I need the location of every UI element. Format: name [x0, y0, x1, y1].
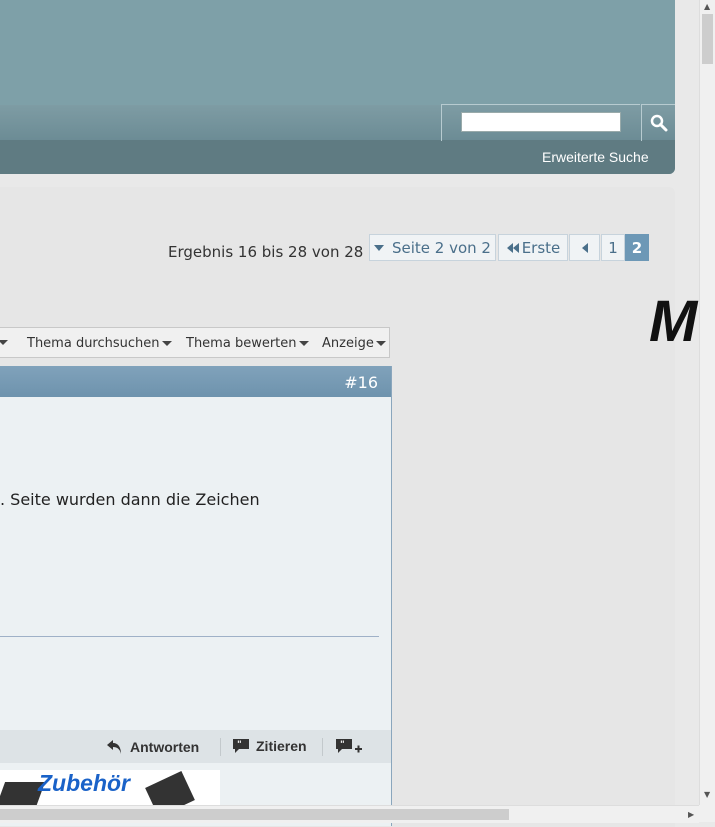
svg-text:": " [237, 740, 242, 750]
banner-text: Zubehör [38, 770, 130, 796]
quote-label: Zitieren [256, 738, 307, 754]
search-thread-menu[interactable]: Thema durchsuchen [27, 336, 172, 351]
search-thread-label: Thema durchsuchen [27, 336, 160, 351]
divider [220, 738, 221, 756]
caret-down-icon [161, 341, 172, 346]
accessory-banner[interactable]: Zubehör [0, 770, 220, 810]
scroll-up-icon[interactable]: ▲ [704, 2, 710, 11]
caret-down-icon [375, 341, 386, 346]
scrollbar-corner [699, 805, 715, 822]
site-header: Erweiterte Suche [0, 0, 675, 174]
multi-quote-plus-icon: " [336, 739, 362, 753]
post-header: #16 [0, 366, 391, 397]
search-input[interactable] [461, 112, 621, 132]
reply-label: Antworten [130, 739, 200, 755]
caret-down-icon [374, 244, 384, 251]
ad-logo-letter: M [649, 292, 698, 352]
advanced-search-link[interactable]: Erweiterte Suche [542, 149, 649, 165]
horizontal-scrollbar[interactable]: ▶ [0, 805, 699, 823]
prev-page-button[interactable] [569, 234, 600, 261]
horizontal-scroll-thumb[interactable] [0, 809, 509, 820]
first-page-button[interactable]: Erste [498, 234, 568, 261]
display-mode-menu[interactable]: Anzeige [322, 336, 386, 351]
caret-down-icon [0, 340, 8, 345]
post-footer: Antworten " Zitieren " [0, 730, 391, 763]
caret-down-icon [298, 341, 309, 346]
post-divider [0, 636, 379, 637]
page-select-label: Seite 2 von 2 [392, 238, 491, 257]
quote-button[interactable]: " Zitieren [232, 738, 307, 754]
page-2-label: 2 [631, 238, 643, 257]
rate-thread-label: Thema bewerten [186, 336, 297, 351]
page-1-link[interactable]: 1 [601, 234, 625, 261]
page-2-current[interactable]: 2 [625, 234, 649, 261]
magnifier-icon [650, 114, 667, 132]
reply-button[interactable]: Antworten [106, 738, 199, 756]
divider [322, 738, 323, 756]
left-arrow-icon [581, 242, 588, 253]
search-box [441, 104, 640, 141]
multi-quote-button[interactable]: " [335, 738, 363, 756]
rate-thread-menu[interactable]: Thema bewerten [186, 336, 309, 351]
scroll-right-icon[interactable]: ▶ [688, 810, 694, 819]
page-select-dropdown[interactable]: Seite 2 von 2 [369, 234, 496, 261]
sidebar-ad-logo[interactable]: M [649, 292, 699, 352]
post-number-link[interactable]: #16 [344, 373, 378, 392]
first-page-label: Erste [521, 238, 561, 257]
vertical-scroll-thumb[interactable] [702, 14, 713, 64]
svg-text:": " [340, 740, 345, 750]
quote-bubble-icon: " [233, 739, 249, 753]
post-body-text: . Seite wurden dann die Zeichen [0, 490, 260, 509]
double-left-arrow-icon [506, 242, 519, 253]
vertical-scrollbar[interactable]: ▲ ▼ [699, 0, 715, 805]
reply-arrow-icon [107, 740, 121, 754]
display-mode-label: Anzeige [322, 336, 374, 351]
page-1-label: 1 [608, 238, 618, 257]
thread-tools-bar: Thema durchsuchen Thema bewerten Anzeige [0, 327, 390, 358]
result-count: Ergebnis 16 bis 28 von 28 [168, 243, 364, 261]
search-button[interactable] [641, 104, 675, 141]
scroll-down-icon[interactable]: ▼ [704, 790, 710, 799]
post: #16 . Seite wurden dann die Zeichen Antw… [0, 366, 392, 826]
